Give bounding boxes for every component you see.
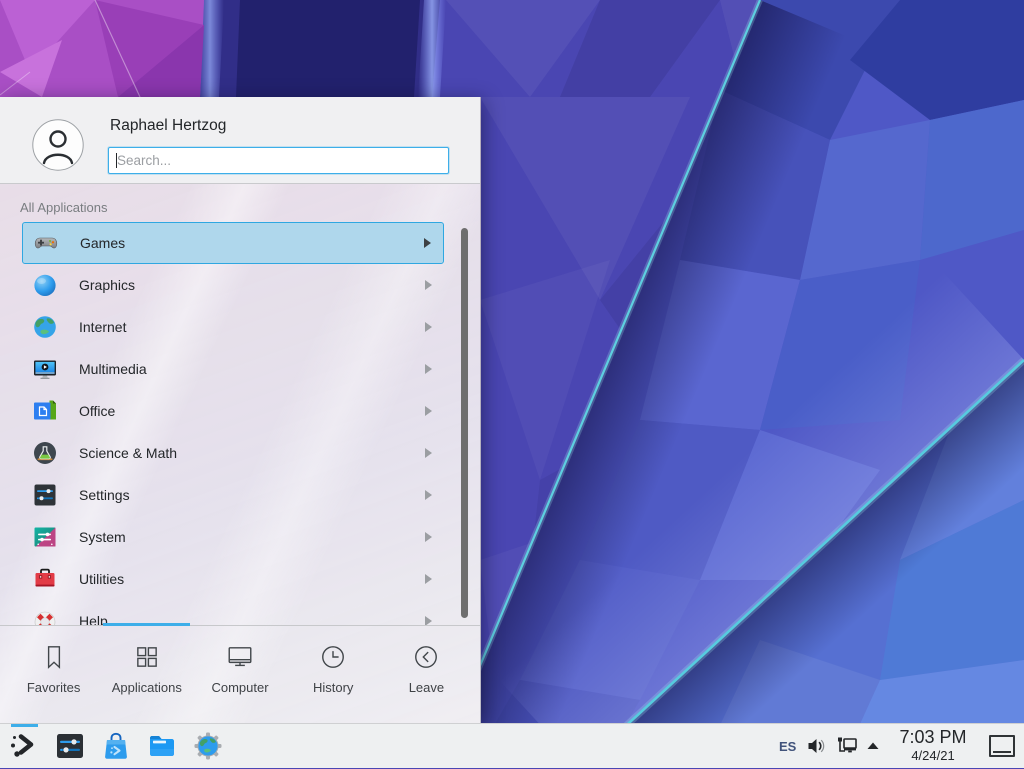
tab-history[interactable]: History (287, 633, 380, 717)
category-item-games[interactable]: Games (22, 222, 444, 264)
keyboard-layout-indicator[interactable]: ES (779, 724, 796, 769)
science-flask-icon (32, 440, 58, 466)
category-item-graphics[interactable]: Graphics (22, 264, 444, 306)
tab-applications[interactable]: Applications (100, 633, 193, 717)
bookmark-icon (40, 643, 68, 671)
settings-sliders-icon (32, 482, 58, 508)
category-item-office[interactable]: Office (22, 390, 444, 432)
launcher-header: Raphael Hertzog (0, 97, 480, 184)
clock-date: 4/24/21 (886, 748, 980, 764)
taskbar-apps (9, 731, 223, 761)
submenu-arrow-icon (425, 322, 432, 332)
lifebuoy-icon (32, 608, 58, 625)
launcher-tab-bar: Favorites Applications Computer History … (7, 633, 473, 717)
category-item-utilities[interactable]: Utilities (22, 558, 444, 600)
user-avatar-icon[interactable] (32, 119, 84, 171)
tab-computer[interactable]: Computer (193, 633, 286, 717)
network-icon[interactable] (835, 735, 859, 757)
leave-circle-icon (412, 643, 440, 671)
office-documents-icon (32, 398, 58, 424)
footer-divider (0, 625, 480, 626)
text-cursor (116, 153, 117, 168)
submenu-arrow-icon (425, 280, 432, 290)
system-sliders-icon (32, 524, 58, 550)
category-item-system[interactable]: System (22, 516, 444, 558)
taskbar-panel: ES 7:03 PM 4/24/21 (0, 723, 1024, 768)
category-item-internet[interactable]: Internet (22, 306, 444, 348)
submenu-arrow-icon (425, 532, 432, 542)
apps-grid-icon (133, 643, 161, 671)
tab-leave[interactable]: Leave (380, 633, 473, 717)
submenu-arrow-icon (425, 364, 432, 374)
taskbar-folder-icon[interactable] (147, 731, 177, 761)
globe-icon (32, 314, 58, 340)
scrollbar-thumb[interactable] (461, 228, 468, 618)
category-item-science-math[interactable]: Science & Math (22, 432, 444, 474)
search-input[interactable] (108, 147, 449, 174)
submenu-arrow-icon (424, 238, 431, 248)
category-item-multimedia[interactable]: Multimedia (22, 348, 444, 390)
multimedia-monitor-icon (32, 356, 58, 382)
volume-icon[interactable] (806, 736, 828, 756)
digital-clock[interactable]: 7:03 PM 4/24/21 (886, 727, 980, 764)
gamepad-icon (33, 230, 59, 256)
submenu-arrow-icon (425, 574, 432, 584)
toolbox-icon (32, 566, 58, 592)
expand-tray-caret-icon[interactable] (864, 738, 882, 752)
active-tab-indicator (103, 623, 190, 626)
submenu-arrow-icon (425, 406, 432, 416)
tab-favorites[interactable]: Favorites (7, 633, 100, 717)
application-launcher: Raphael Hertzog All Applications Games G… (0, 97, 481, 723)
history-clock-icon (319, 643, 347, 671)
user-name: Raphael Hertzog (110, 117, 226, 135)
taskbar-globe-gear-icon[interactable] (193, 731, 223, 761)
paint-sphere-icon (32, 272, 58, 298)
category-item-settings[interactable]: Settings (22, 474, 444, 516)
category-list: Games Graphics Internet Multimedia Offic… (22, 222, 444, 625)
clock-time: 7:03 PM (886, 727, 980, 748)
taskbar-kde-launcher-icon[interactable] (9, 731, 39, 761)
computer-monitor-icon (226, 643, 254, 671)
submenu-arrow-icon (425, 448, 432, 458)
section-label: All Applications (20, 200, 107, 215)
taskbar-system-settings-icon[interactable] (55, 731, 85, 761)
show-desktop-button[interactable] (989, 735, 1015, 757)
launcher-active-indicator (11, 724, 38, 727)
taskbar-discover-bag-icon[interactable] (101, 731, 131, 761)
submenu-arrow-icon (425, 616, 432, 625)
submenu-arrow-icon (425, 490, 432, 500)
category-item-help[interactable]: Help (22, 600, 444, 625)
